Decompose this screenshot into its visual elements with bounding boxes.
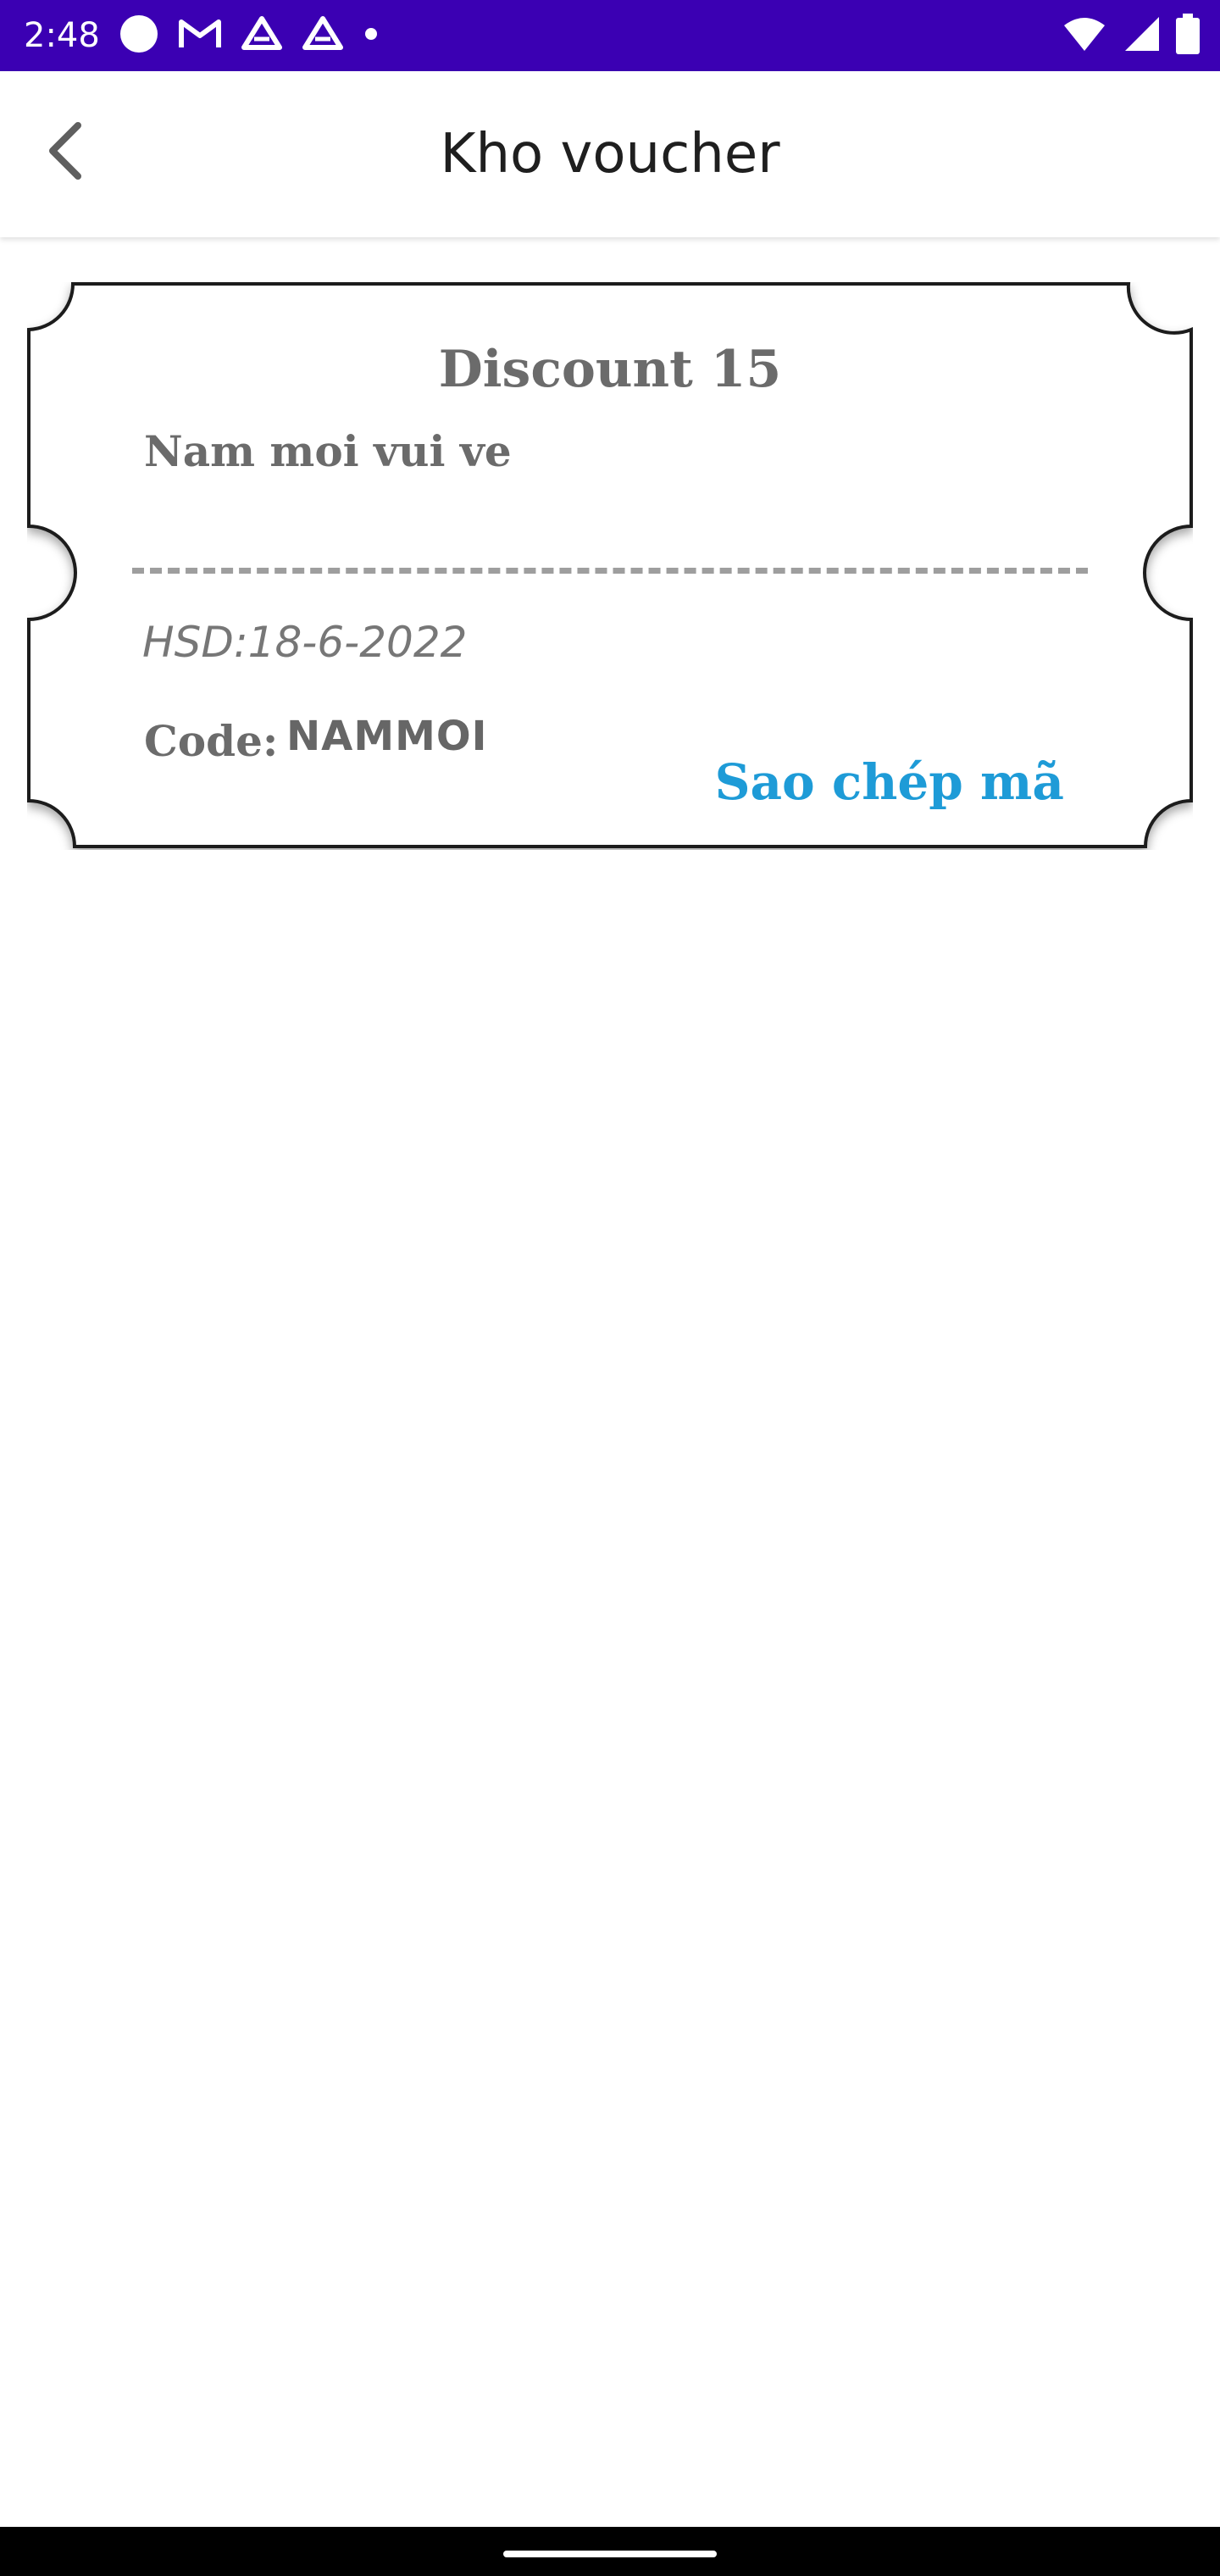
- page-title: Kho voucher: [440, 123, 780, 186]
- app-bar: Kho voucher: [0, 71, 1220, 237]
- voucher-card: Discount 15 Nam moi vui ve HSD:18-6-2022…: [27, 282, 1193, 850]
- battery-icon: [1176, 13, 1200, 58]
- wifi-icon: [1062, 15, 1106, 57]
- drive-icon: [302, 15, 344, 57]
- dashed-divider: [132, 568, 1088, 574]
- copy-code-button[interactable]: Sao chép mã: [715, 753, 1064, 811]
- circle-icon: [119, 14, 159, 58]
- dot-icon: [363, 25, 380, 47]
- drive-icon: [241, 15, 283, 57]
- voucher-description: Nam moi vui ve: [144, 426, 512, 476]
- voucher-code: NAMMOI: [286, 713, 488, 760]
- voucher-title: Discount 15: [438, 340, 782, 399]
- status-time: 2:48: [24, 16, 100, 55]
- status-bar: 2:48: [0, 0, 1220, 71]
- gmail-icon: [178, 17, 222, 55]
- home-indicator[interactable]: [503, 2551, 717, 2557]
- system-nav-bar: [0, 2527, 1220, 2576]
- code-label: Code:: [144, 716, 279, 766]
- voucher-expiry: HSD:18-6-2022: [142, 618, 468, 667]
- signal-icon: [1122, 15, 1161, 57]
- system-icons: [1062, 13, 1200, 58]
- notification-icons: [119, 14, 380, 58]
